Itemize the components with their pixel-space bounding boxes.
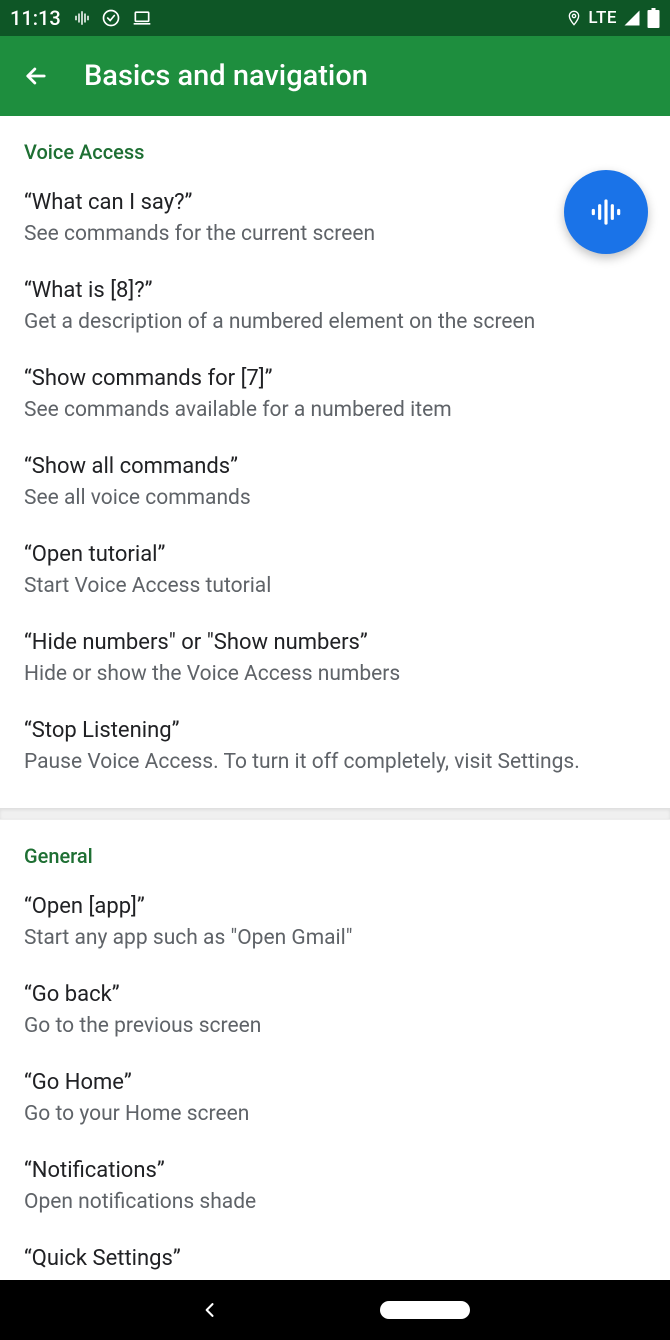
laptop-icon [131,8,153,28]
status-bar: 11:13 LTE [0,0,670,36]
item-title: “Go back” [24,980,646,1010]
network-label: LTE [588,8,617,28]
back-icon[interactable] [22,62,50,90]
item-title: “Quick Settings” [24,1244,646,1274]
section-general: General “Open [app]” Start any app such … [0,820,670,1280]
section-header: General [24,820,646,878]
location-icon [566,9,582,27]
item-subtitle: Pause Voice Access. To turn it off compl… [24,748,646,776]
voice-waveform-icon [587,193,625,231]
list-item[interactable]: “Notifications” Open notifications shade [24,1142,646,1230]
item-title: “Go Home” [24,1068,646,1098]
page-title: Basics and navigation [84,59,368,93]
item-subtitle: Hide or show the Voice Access numbers [24,660,646,688]
item-subtitle: Start Voice Access tutorial [24,572,646,600]
list-item[interactable]: “Hide numbers" or "Show numbers” Hide or… [24,614,646,702]
item-title: “Notifications” [24,1156,646,1186]
list-item[interactable]: “Go Home” Go to your Home screen [24,1054,646,1142]
item-title: “Show all commands” [24,452,646,482]
nav-back-icon[interactable] [200,1300,220,1320]
voice-access-fab[interactable] [564,170,648,254]
item-title: “Hide numbers" or "Show numbers” [24,628,646,658]
list-item[interactable]: “What is [8]?” Get a description of a nu… [24,262,646,350]
list-item[interactable]: “Stop Listening” Pause Voice Access. To … [24,702,646,790]
item-subtitle: Go to your Home screen [24,1100,646,1128]
list-item[interactable]: “Open tutorial” Start Voice Access tutor… [24,526,646,614]
item-subtitle: See all voice commands [24,484,646,512]
signal-icon [623,9,641,27]
item-subtitle: Open notifications shade [24,1188,646,1216]
item-title: “Open tutorial” [24,540,646,570]
section-header: Voice Access [24,116,646,174]
list-item[interactable]: “What can I say?” See commands for the c… [24,174,646,262]
item-title: “What is [8]?” [24,276,646,306]
list-item[interactable]: “Show commands for [7]” See commands ava… [24,350,646,438]
item-subtitle: Start any app such as "Open Gmail" [24,924,646,952]
list-item[interactable]: “Quick Settings” [24,1230,646,1280]
voice-access-status-icon [73,9,91,27]
item-title: “Open [app]” [24,892,646,922]
item-subtitle: See commands for the current screen [24,220,646,248]
battery-icon [647,8,660,28]
item-title: “What can I say?” [24,188,646,218]
item-subtitle: Go to the previous screen [24,1012,646,1040]
status-time: 11:13 [10,6,61,30]
nav-home-pill[interactable] [380,1301,470,1319]
section-divider [0,808,670,820]
item-title: “Stop Listening” [24,716,646,746]
content-scroll[interactable]: Voice Access “What can I say?” See comma… [0,116,670,1280]
item-subtitle: Get a description of a numbered element … [24,308,646,336]
system-nav-bar [0,1280,670,1340]
item-title: “Show commands for [7]” [24,364,646,394]
list-item[interactable]: “Open [app]” Start any app such as "Open… [24,878,646,966]
sync-icon [101,8,121,28]
item-subtitle: See commands available for a numbered it… [24,396,646,424]
list-item[interactable]: “Go back” Go to the previous screen [24,966,646,1054]
list-item[interactable]: “Show all commands” See all voice comman… [24,438,646,526]
app-bar: Basics and navigation [0,36,670,116]
